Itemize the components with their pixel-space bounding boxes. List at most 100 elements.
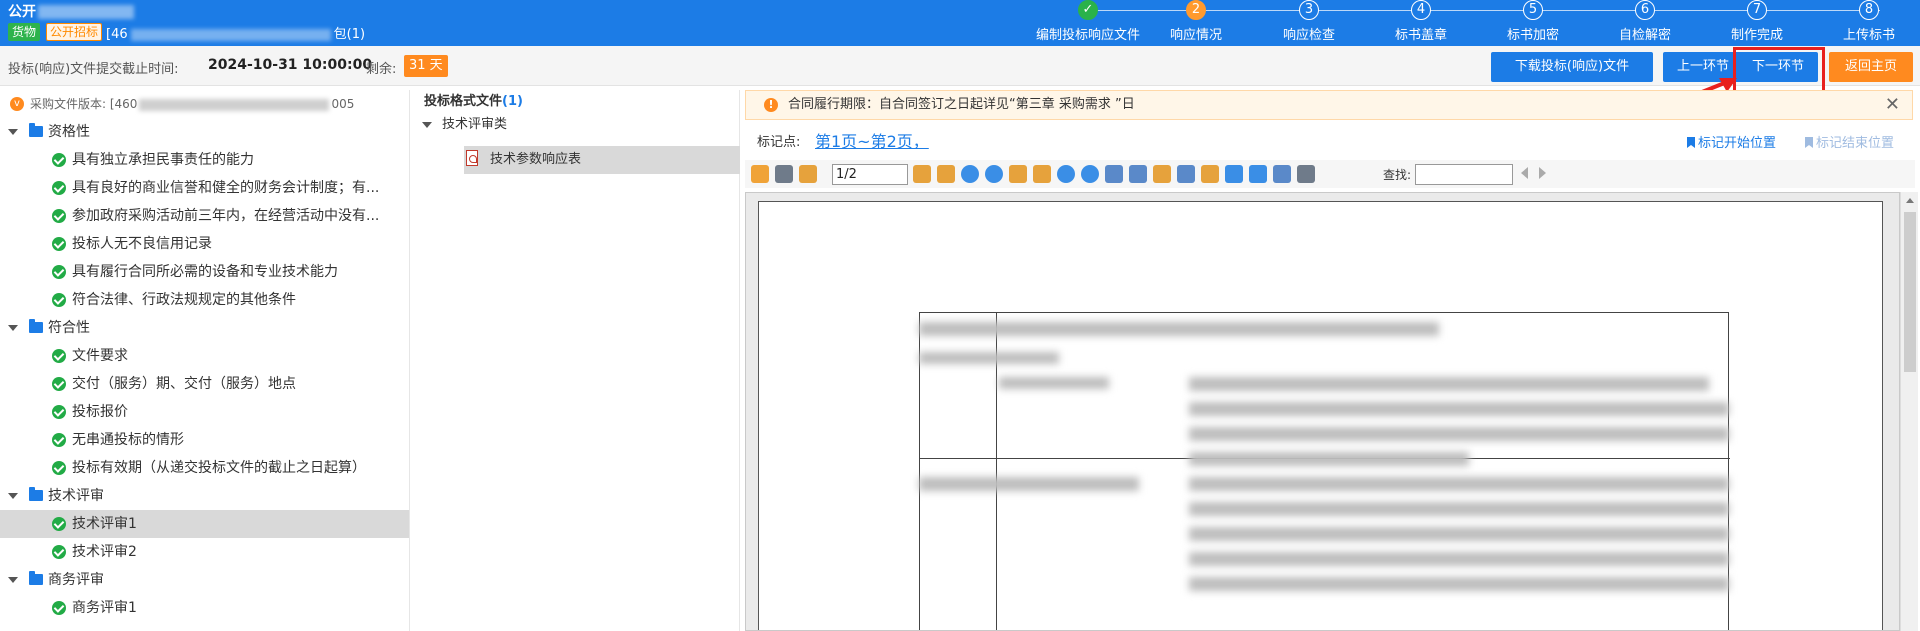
step-number: 5	[1523, 0, 1543, 20]
clipboard-icon[interactable]	[1201, 165, 1219, 183]
caret-down-icon[interactable]	[8, 493, 18, 499]
item-label: 商务评审1	[72, 600, 137, 616]
rotate-left-icon[interactable]	[1009, 165, 1027, 183]
caret-down-icon[interactable]	[8, 325, 18, 331]
redacted-text	[1189, 477, 1729, 491]
caret-down-icon[interactable]	[8, 129, 18, 135]
prev-page-icon[interactable]	[913, 165, 931, 183]
page-number-input[interactable]: 1/2	[832, 164, 908, 185]
tree-item[interactable]: 具有良好的商业信誉和健全的财务会计制度；有...	[0, 174, 409, 202]
tree-item[interactable]: 商务评审1	[0, 594, 409, 622]
format-files-title: 投标格式文件(1)	[414, 90, 739, 114]
first-page-icon[interactable]	[799, 165, 817, 183]
find-prev-icon[interactable]	[1521, 167, 1528, 179]
scroll-up-icon[interactable]	[1906, 198, 1914, 203]
redacted-text	[1189, 377, 1709, 391]
bookmark-pages-link[interactable]: 第1页~第2页，	[815, 128, 929, 152]
vertical-scrollbar[interactable]	[1900, 192, 1918, 631]
forward-icon[interactable]	[985, 165, 1003, 183]
mark-end-button[interactable]: 标记结束位置	[1805, 132, 1894, 151]
back-icon[interactable]	[961, 165, 979, 183]
redacted-text	[130, 28, 331, 41]
check-circle-icon	[52, 405, 66, 419]
item-label: 投标报价	[72, 404, 128, 420]
tree-item[interactable]: 参加政府采购活动前三年内，在经营活动中没有...	[0, 202, 409, 230]
file-item-selected[interactable]: 技术参数响应表	[464, 146, 740, 174]
close-icon[interactable]: ✕	[1885, 91, 1900, 119]
check-circle-icon	[52, 293, 66, 307]
tree-group-compliance[interactable]: 符合性	[0, 314, 409, 342]
tree-group-qualification[interactable]: 资格性	[0, 118, 409, 146]
progress-steps: ✓ 编制投标响应文件 2 响应情况 3 响应检查 4 标书盖章 5 标书加密 6…	[1010, 0, 1920, 46]
rotate-right-icon[interactable]	[1033, 165, 1051, 183]
package-suffix: 包(1)	[333, 27, 366, 42]
item-label: 符合法律、行政法规规定的其他条件	[72, 292, 296, 308]
project-title: 公开	[8, 1, 134, 21]
download-file-button[interactable]: 下载投标(响应)文件	[1491, 52, 1653, 82]
scroll-thumb[interactable]	[1904, 212, 1916, 372]
step-label: 编制投标响应文件	[1035, 28, 1140, 43]
step-label: 响应检查	[1282, 28, 1335, 43]
hand-tool-icon[interactable]	[1153, 165, 1171, 183]
find-next-icon[interactable]	[1539, 167, 1546, 179]
step-5[interactable]: 5 标书加密	[1473, 0, 1593, 43]
step-2[interactable]: 2 响应情况	[1136, 0, 1256, 43]
check-circle-icon	[52, 209, 66, 223]
tree-group-technical[interactable]: 技术评审	[0, 482, 409, 510]
zoom-in-icon[interactable]	[1057, 165, 1075, 183]
format-files-panel: 投标格式文件(1) 技术评审类 技术参数响应表	[414, 90, 740, 631]
format-files-count: (1)	[502, 94, 523, 109]
tree-item[interactable]: 无串通投标的情形	[0, 426, 409, 454]
sidebar-toggle-icon[interactable]	[751, 165, 769, 183]
tree-item[interactable]: 技术评审2	[0, 538, 409, 566]
home-button[interactable]: 返回主页	[1829, 52, 1913, 82]
item-label: 投标人无不良信用记录	[72, 236, 212, 252]
tree-item[interactable]: 符合法律、行政法规规定的其他条件	[0, 286, 409, 314]
criteria-tree-panel: v 采购文件版本: [460 005 资格性 具有独立承担民事责任的能力 具有良好…	[0, 90, 410, 631]
group-label: 技术评审	[48, 488, 104, 504]
mark-start-button[interactable]: 标记开始位置	[1687, 132, 1776, 151]
step-number: 2	[1186, 0, 1206, 20]
magnify-in-icon[interactable]	[1225, 165, 1243, 183]
step-4[interactable]: 4 标书盖章	[1361, 0, 1481, 43]
step-6[interactable]: 6 自检解密	[1585, 0, 1705, 43]
tree-item[interactable]: 投标有效期（从递交投标文件的截止之日起算）	[0, 454, 409, 482]
step-8[interactable]: 8 上传标书	[1809, 0, 1920, 43]
tree-item[interactable]: 交付（服务）期、交付（服务）地点	[0, 370, 409, 398]
fit-width-icon[interactable]	[1129, 165, 1147, 183]
tree-group-business[interactable]: 商务评审	[0, 566, 409, 594]
redacted-text	[38, 5, 134, 19]
tree-item[interactable]: 文件要求	[0, 342, 409, 370]
step-number: 7	[1747, 0, 1767, 20]
step-1[interactable]: ✓ 编制投标响应文件	[1028, 0, 1148, 43]
last-page-icon[interactable]	[937, 165, 955, 183]
redacted-text	[999, 377, 1109, 389]
redacted-text	[1189, 402, 1729, 416]
select-tool-icon[interactable]	[1177, 165, 1195, 183]
tree-item[interactable]: 具有独立承担民事责任的能力	[0, 146, 409, 174]
tree-item[interactable]: 具有履行合同所必需的设备和专业技术能力	[0, 258, 409, 286]
caret-down-icon[interactable]	[8, 577, 18, 583]
caret-down-icon[interactable]	[422, 122, 432, 128]
two-page-icon[interactable]	[1297, 165, 1315, 183]
single-page-icon[interactable]	[1273, 165, 1291, 183]
item-label: 投标有效期（从递交投标文件的截止之日起算）	[72, 460, 366, 476]
magnify-out-icon[interactable]	[1249, 165, 1267, 183]
zoom-out-icon[interactable]	[1081, 165, 1099, 183]
mark-start-label: 标记开始位置	[1698, 136, 1777, 151]
step-3[interactable]: 3 响应检查	[1249, 0, 1369, 43]
fit-page-icon[interactable]	[1105, 165, 1123, 183]
tree-item[interactable]: 投标人无不良信用记录	[0, 230, 409, 258]
version-prefix: 采购文件版本: [460	[30, 97, 138, 111]
tree-item[interactable]: 投标报价	[0, 398, 409, 426]
print-icon[interactable]	[775, 165, 793, 183]
pdf-canvas[interactable]	[745, 192, 1900, 631]
format-files-title-text: 投标格式文件	[424, 94, 503, 109]
group-label: 符合性	[48, 320, 90, 336]
item-label: 交付（服务）期、交付（服务）地点	[72, 376, 296, 392]
check-circle-icon	[52, 265, 66, 279]
tree-item-selected[interactable]: 技术评审1	[0, 510, 409, 538]
file-category[interactable]: 技术评审类	[414, 114, 739, 136]
step-7[interactable]: 7 制作完成	[1697, 0, 1817, 43]
find-input[interactable]	[1415, 164, 1513, 185]
